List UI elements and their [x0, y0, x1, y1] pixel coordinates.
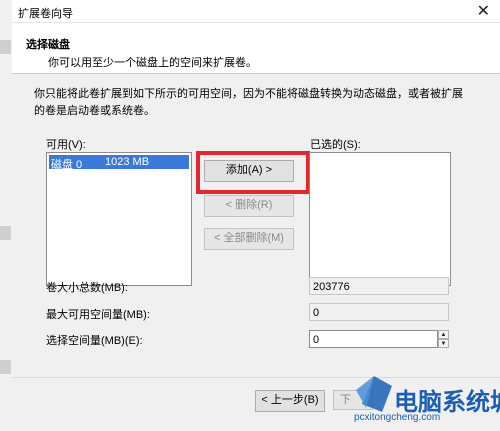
total-size-field: 203776 [309, 277, 449, 295]
select-space-input[interactable]: 0 [309, 330, 438, 348]
watermark: 电脑系统城 pcxitongcheng.com [352, 372, 500, 431]
selected-label: 已选的(S): [310, 139, 361, 151]
spin-down-icon[interactable]: ▼ [438, 339, 449, 348]
max-space-label: 最大可用空间量(MB): [46, 309, 150, 321]
back-button[interactable]: < 上一步(B) [255, 390, 325, 412]
wizard-header: 选择磁盘 你可以用至少一个磁盘上的空间来扩展卷。 [12, 23, 500, 74]
remove-all-button[interactable]: < 全部删除(M) [204, 228, 294, 250]
add-button[interactable]: 添加(A) > [204, 160, 294, 182]
disk-size: 1023 MB [105, 156, 150, 168]
background-edge-block [0, 40, 11, 54]
background-edge-block [0, 226, 11, 240]
remove-button[interactable]: < 删除(R) [204, 195, 294, 217]
title-bar: 扩展卷向导 ✕ [12, 0, 500, 23]
available-disks-list[interactable]: 磁盘 0 1023 MB [46, 152, 192, 286]
page-subheading: 你可以用至少一个磁盘上的空间来扩展卷。 [48, 57, 257, 69]
disk-name: 磁盘 0 [51, 159, 83, 171]
available-label: 可用(V): [46, 139, 86, 151]
max-space-field: 0 [309, 303, 449, 321]
close-icon[interactable]: ✕ [477, 1, 490, 21]
selected-disks-list[interactable] [309, 152, 451, 286]
description-text: 你只能将此卷扩展到如下所示的可用空间，因为不能将磁盘转换为动态磁盘，或者被扩展的… [34, 88, 463, 117]
page-heading: 选择磁盘 [26, 39, 70, 51]
window-title: 扩展卷向导 [18, 8, 73, 20]
select-space-label: 选择空间量(MB)(E): [46, 335, 143, 347]
watermark-url: pcxitongcheng.com [354, 412, 441, 423]
watermark-logo-icon [356, 376, 392, 412]
spin-up-icon[interactable]: ▲ [438, 330, 449, 339]
list-item-disk-0[interactable]: 磁盘 0 1023 MB [49, 155, 189, 171]
total-size-label: 卷大小总数(MB): [46, 282, 128, 294]
background-edge-block [0, 360, 11, 374]
